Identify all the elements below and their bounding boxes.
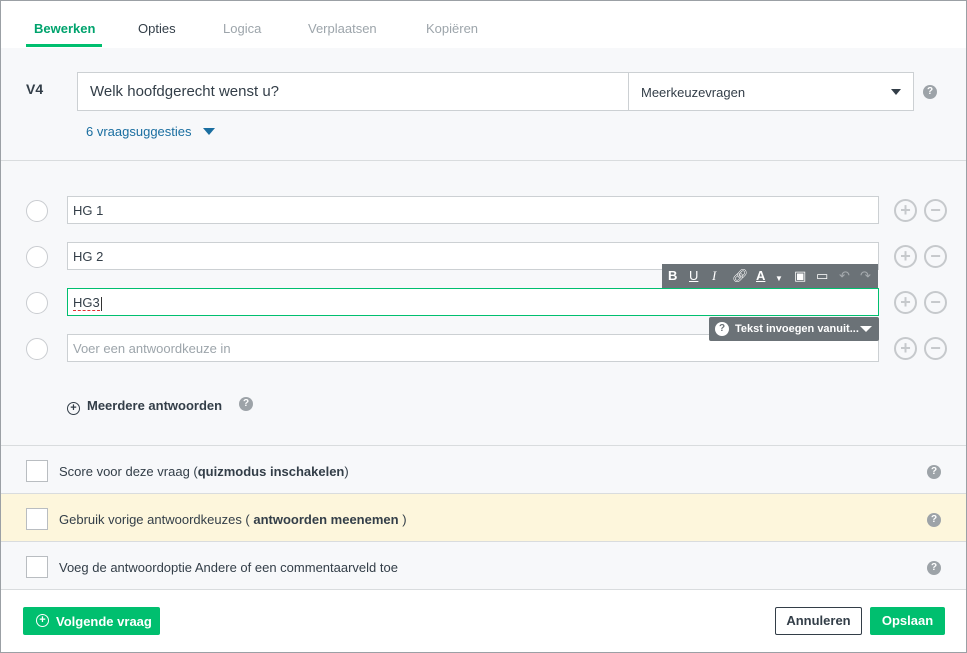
rich-text-toolbar: B U I 🔗︎ A ▼ ▣ ▭ ↶ ↷ [662, 264, 878, 288]
answer-text: HG3 [73, 295, 100, 311]
help-icon[interactable]: ? [927, 465, 941, 479]
question-title-input[interactable]: Welk hoofdgerecht wenst u? [77, 72, 629, 111]
answer-input-focused[interactable]: HG3 [67, 288, 879, 316]
answer-radio [26, 338, 48, 360]
more-answers-button[interactable]: + Meerdere antwoorden [67, 398, 222, 415]
tab-verplaatsen[interactable]: Verplaatsen [308, 21, 377, 36]
help-icon[interactable]: ? [927, 561, 941, 575]
italic-icon[interactable]: I [712, 268, 716, 284]
question-editor: Bewerken Opties Logica Verplaatsen Kopië… [0, 0, 967, 653]
add-answer-icon[interactable]: + [894, 199, 917, 222]
chevron-down-icon[interactable]: ▼ [775, 271, 783, 287]
tab-bewerken[interactable]: Bewerken [34, 21, 95, 36]
remove-answer-icon[interactable]: − [924, 337, 947, 360]
remove-answer-icon[interactable]: − [924, 199, 947, 222]
question-type-select[interactable]: Meerkeuzevragen [629, 72, 914, 111]
undo-icon[interactable]: ↶ [839, 268, 850, 284]
question-suggestions-link[interactable]: 6 vraagsuggesties [86, 124, 192, 139]
add-answer-icon[interactable]: + [894, 245, 917, 268]
plus-circle-icon: + [36, 614, 49, 627]
answer-radio [26, 292, 48, 314]
quiz-score-checkbox[interactable] [26, 460, 48, 482]
text-cursor [100, 296, 102, 311]
option-row-quiz: Score voor deze vraag (quizmodus inschak… [1, 446, 966, 494]
question-number: V4 [26, 81, 44, 97]
option-row-other: Voeg de antwoordoptie Andere of een comm… [1, 542, 966, 590]
tab-opties[interactable]: Opties [138, 21, 176, 36]
active-tab-indicator [26, 44, 102, 47]
next-question-label: Volgende vraag [56, 614, 152, 629]
carry-forward-checkbox[interactable] [26, 508, 48, 530]
question-type-value: Meerkeuzevragen [641, 85, 746, 100]
quiz-mode-link[interactable]: quizmodus inschakelen [198, 464, 345, 479]
remove-answer-icon[interactable]: − [924, 291, 947, 314]
option-label: Gebruik vorige antwoordkeuzes ( antwoord… [59, 512, 407, 527]
help-icon[interactable]: ? [923, 85, 937, 99]
text-color-icon[interactable]: A [756, 268, 765, 284]
option-label: Score voor deze vraag (quizmodus inschak… [59, 464, 349, 479]
help-icon[interactable]: ? [927, 513, 941, 527]
option-row-carry-forward: Gebruik vorige antwoordkeuzes ( antwoord… [1, 494, 966, 542]
remove-answer-icon[interactable]: − [924, 245, 947, 268]
question-header: V4 Welk hoofdgerecht wenst u? Meerkeuzev… [1, 48, 966, 161]
other-option-checkbox[interactable] [26, 556, 48, 578]
chevron-down-icon [860, 326, 872, 332]
bold-icon[interactable]: B [668, 268, 677, 284]
editor-footer: + Volgende vraag Annuleren Opslaan [1, 590, 966, 652]
chevron-down-icon[interactable] [203, 128, 215, 135]
carry-forward-link[interactable]: antwoorden meenemen [253, 512, 398, 527]
link-icon[interactable]: 🔗︎ [732, 268, 749, 284]
redo-icon[interactable]: ↷ [860, 268, 871, 284]
image-icon[interactable]: ▣ [794, 268, 806, 284]
add-answer-icon[interactable]: + [894, 291, 917, 314]
option-label: Voeg de antwoordoptie Andere of een comm… [59, 560, 398, 575]
underline-icon[interactable]: U [689, 268, 698, 284]
tab-logica[interactable]: Logica [223, 21, 261, 36]
add-answer-icon[interactable]: + [894, 337, 917, 360]
answer-radio [26, 200, 48, 222]
cancel-button[interactable]: Annuleren [775, 607, 862, 635]
next-question-button[interactable]: + Volgende vraag [23, 607, 160, 635]
answer-input[interactable]: HG 1 [67, 196, 879, 224]
insert-text-label: Tekst invoegen vanuit... [735, 323, 859, 335]
help-icon[interactable]: ? [239, 397, 253, 411]
insert-text-dropdown[interactable]: ? Tekst invoegen vanuit... [709, 317, 879, 341]
help-icon: ? [715, 322, 729, 336]
chevron-down-icon [891, 89, 901, 95]
answer-radio [26, 246, 48, 268]
plus-circle-icon: + [67, 402, 80, 415]
editor-tabs: Bewerken Opties Logica Verplaatsen Kopië… [1, 1, 966, 48]
video-icon[interactable]: ▭ [816, 268, 828, 284]
answer-choices: HG 1 + − HG 2 + − HG3 + − Voer een antwo… [1, 161, 966, 446]
more-answers-label: Meerdere antwoorden [87, 398, 223, 413]
save-button[interactable]: Opslaan [870, 607, 945, 635]
tab-kopieren[interactable]: Kopiëren [426, 21, 478, 36]
